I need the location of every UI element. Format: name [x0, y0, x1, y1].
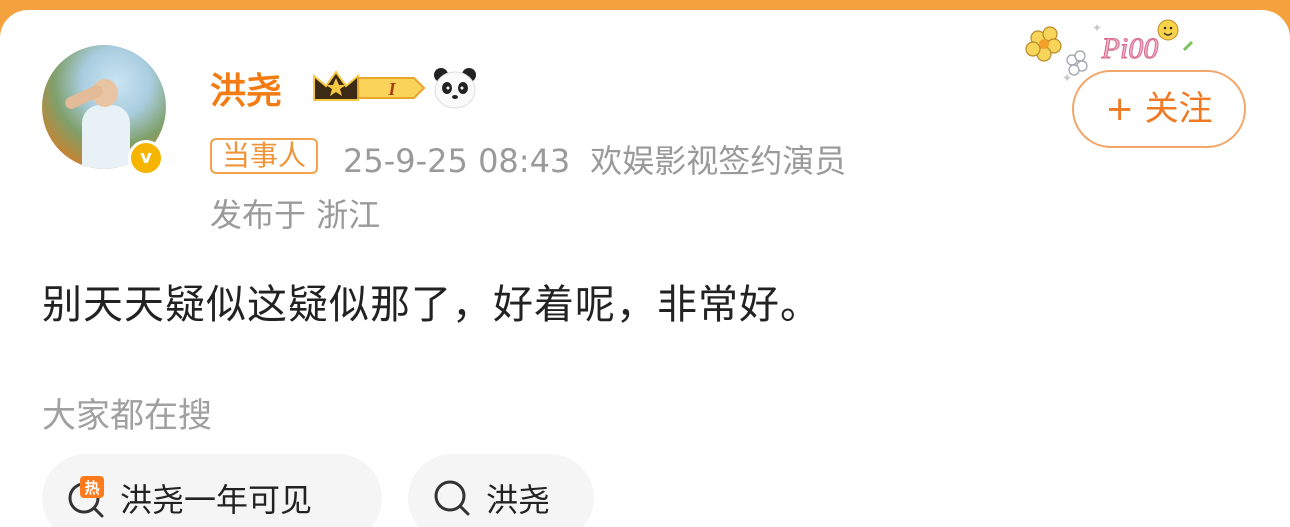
post-card: v 洪尧 I 当事人 25-9-25 08:43 欢娱影视签约演员 发布于 浙江 … — [0, 10, 1290, 527]
member-level-badge[interactable]: I — [310, 66, 428, 110]
post-content: 别天天疑似这疑似那了，好着呢，非常好。 — [42, 282, 821, 328]
level-badge-text: I — [387, 79, 396, 99]
hot-badge-text: 热 — [84, 479, 99, 497]
trending-section-label: 大家都在搜 — [42, 396, 212, 436]
role-tag: 当事人 — [210, 138, 319, 174]
post-timestamp: 25-9-25 08:43 — [343, 142, 571, 180]
svg-text:✦: ✦ — [1062, 71, 1072, 85]
post-location: 发布于 浙江 — [210, 196, 381, 234]
post-meta: 25-9-25 08:43 欢娱影视签约演员 — [343, 136, 846, 182]
search-icon — [434, 480, 470, 516]
avatar-photo — [63, 79, 130, 169]
sticker-text: Pi00 — [1101, 32, 1159, 65]
verified-icon: v — [128, 140, 164, 176]
author-name[interactable]: 洪尧 — [210, 62, 282, 114]
search-chip[interactable]: 洪尧 — [408, 454, 594, 527]
panda-icon — [434, 68, 476, 109]
search-chip-hot[interactable]: 热 洪尧一年可见 — [42, 454, 382, 527]
author-company: 欢娱影视签约演员 — [590, 142, 847, 180]
search-chip-label: 洪尧 — [486, 481, 551, 519]
follow-button[interactable]: + 关注 — [1072, 70, 1246, 148]
svg-text:✦: ✦ — [1092, 21, 1102, 35]
search-chip-label: 洪尧一年可见 — [120, 481, 313, 519]
hot-search-icon: 热 — [68, 476, 104, 518]
